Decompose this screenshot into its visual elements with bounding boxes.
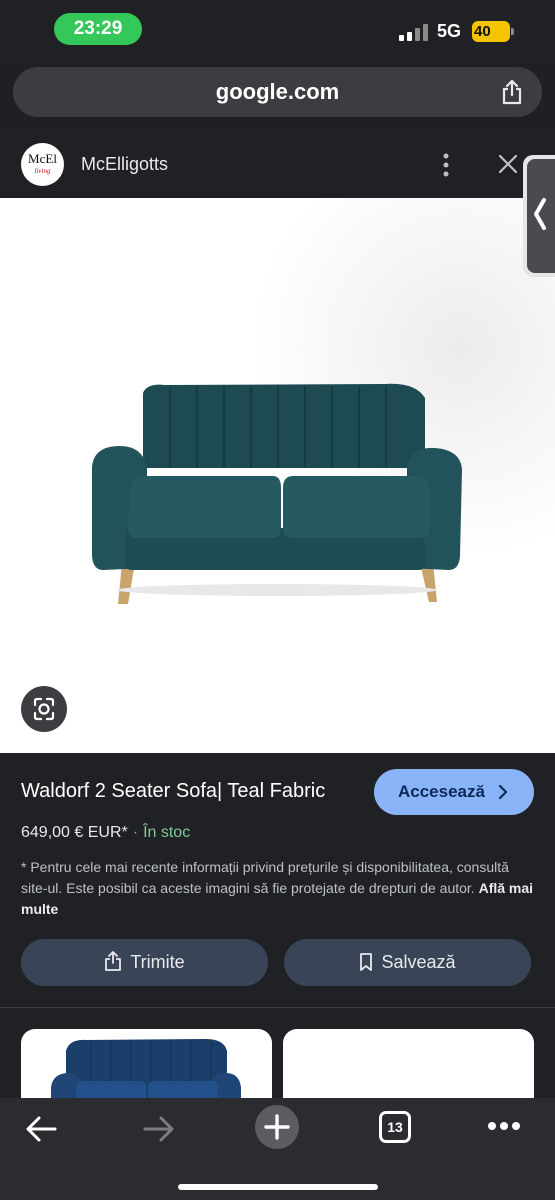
product-image[interactable] xyxy=(0,198,555,753)
status-bar: 23:29 5G 40 xyxy=(0,0,555,62)
google-lens-button[interactable] xyxy=(21,686,67,732)
price: 649,00 € EUR* xyxy=(21,824,128,841)
product-panel: Waldorf 2 Seater Sofa| Teal Fabric Acces… xyxy=(0,753,555,1109)
price-row: 649,00 € EUR* · În stoc xyxy=(21,824,190,842)
home-indicator[interactable] xyxy=(178,1184,378,1190)
site-name[interactable]: McElligotts xyxy=(81,154,168,175)
save-button[interactable]: Salvează xyxy=(284,939,531,986)
logo-subtext: living xyxy=(34,167,51,175)
disclaimer: * Pentru cele mai recente informații pri… xyxy=(21,857,535,920)
more-vert-icon[interactable] xyxy=(436,152,456,178)
chevron-left-icon xyxy=(534,198,546,230)
signal-icon xyxy=(399,23,431,41)
chevron-right-icon xyxy=(498,785,508,799)
send-button[interactable]: Trimite xyxy=(21,939,268,986)
tab-switcher-button[interactable]: 13 xyxy=(379,1111,411,1143)
share-icon[interactable] xyxy=(500,79,524,105)
divider xyxy=(0,1007,555,1008)
sofa-image xyxy=(92,383,462,604)
site-header: McEl living McElligotts xyxy=(0,130,555,198)
site-logo[interactable]: McEl living xyxy=(21,143,64,186)
status-time: 23:29 xyxy=(54,13,142,45)
send-button-label: Trimite xyxy=(130,952,185,972)
share-icon xyxy=(105,951,122,971)
visit-button-label: Accesează xyxy=(398,782,485,801)
bookmark-icon xyxy=(360,953,373,971)
side-panel-handle[interactable] xyxy=(523,155,555,277)
visit-button[interactable]: Accesează xyxy=(374,769,534,815)
save-button-label: Salvează xyxy=(381,952,456,972)
network-type: 5G xyxy=(437,21,462,41)
lens-icon xyxy=(33,697,55,721)
forward-arrow-icon[interactable] xyxy=(142,1114,176,1144)
separator: · xyxy=(132,824,139,841)
back-arrow-icon[interactable] xyxy=(24,1114,58,1144)
product-title: Waldorf 2 Seater Sofa| Teal Fabric xyxy=(21,780,326,802)
disclaimer-text: * Pentru cele mai recente informații pri… xyxy=(21,859,509,896)
related-sofa-image xyxy=(51,1039,241,1109)
related-product-card[interactable] xyxy=(283,1029,534,1109)
url-text[interactable]: google.com xyxy=(13,79,542,105)
close-icon[interactable] xyxy=(496,152,520,176)
more-horiz-icon[interactable] xyxy=(487,1120,521,1132)
stock-status: În stoc xyxy=(143,824,191,841)
address-bar[interactable]: google.com xyxy=(13,67,542,117)
new-tab-plus-icon[interactable] xyxy=(254,1104,300,1150)
logo-text: McEl xyxy=(28,151,57,166)
battery-icon: 40 xyxy=(472,21,514,42)
related-product-card[interactable] xyxy=(21,1029,272,1109)
